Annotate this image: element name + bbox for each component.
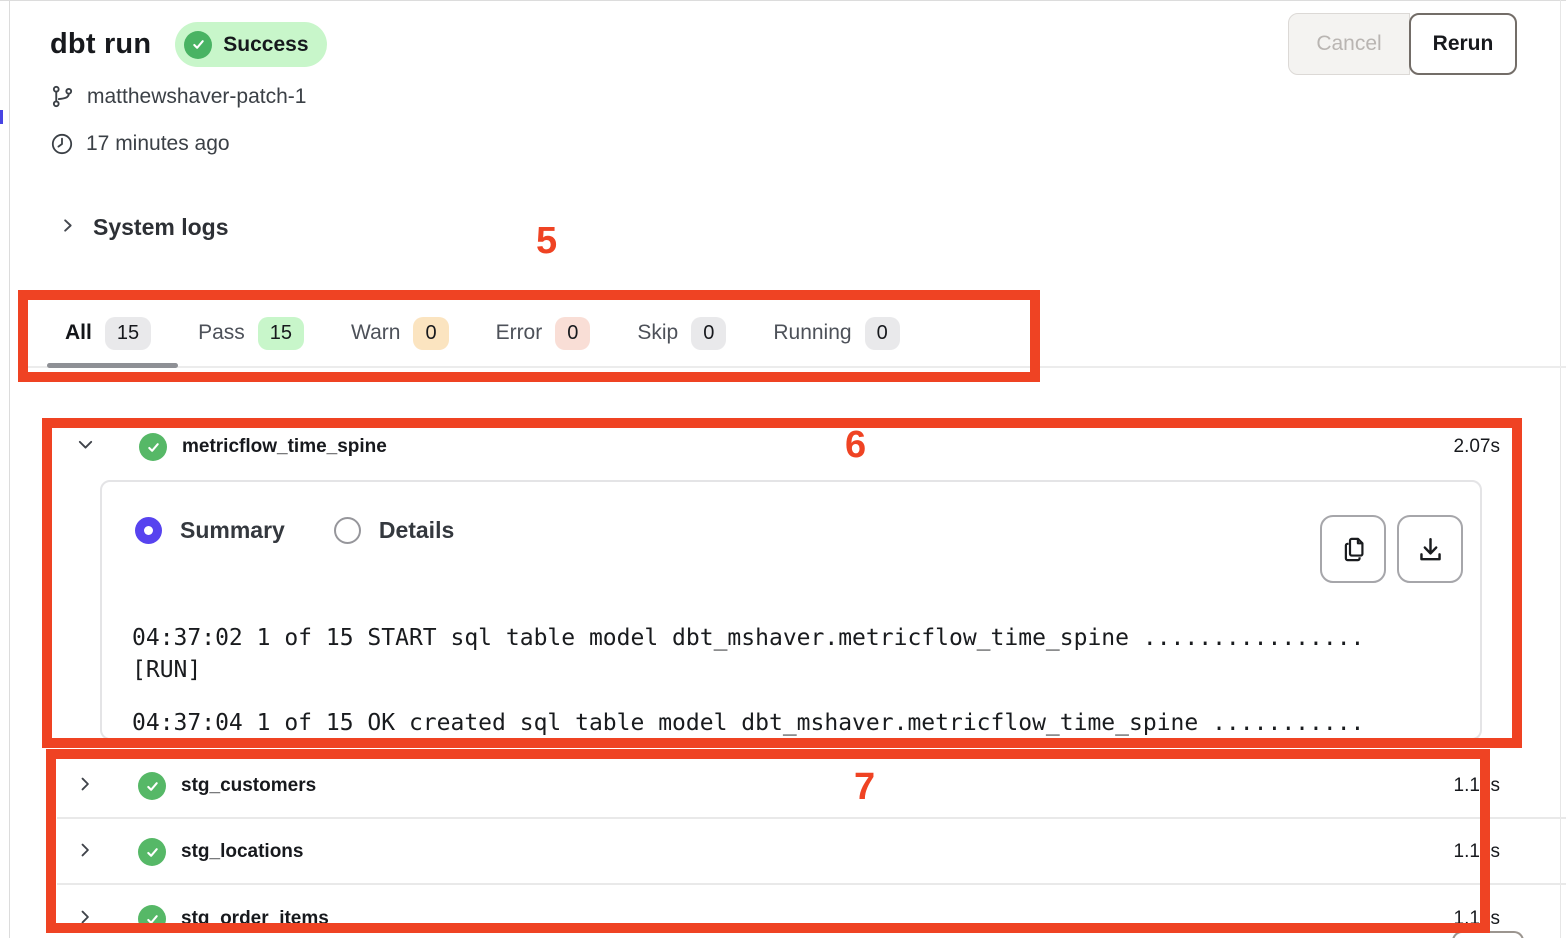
model-row-stg-customers[interactable]: stg_customers 1.10s [75, 763, 1500, 809]
clock-icon [50, 132, 74, 156]
dbt-run-page: dbt run Success matthewshaver-patch-1 17… [0, 0, 1566, 938]
model-duration: 1.15s [1454, 841, 1500, 863]
run-status-tabs: All 15 Pass 15 Warn 0 Error 0 Skip 0 Run… [65, 306, 900, 360]
model-row-stg-order-items[interactable]: stg_order_items 1.15s [75, 896, 1500, 938]
chevron-down-icon[interactable] [75, 434, 96, 460]
model-name: stg_order_items [181, 908, 329, 930]
tab-label: Running [773, 321, 851, 345]
model-row-expanded[interactable]: metricflow_time_spine 2.07s [75, 424, 1500, 470]
page-title: dbt run [50, 28, 151, 61]
cancel-button[interactable]: Cancel [1288, 13, 1410, 75]
status-badge-label: Success [223, 33, 308, 57]
tab-all[interactable]: All 15 [65, 317, 151, 350]
model-name: stg_customers [181, 775, 316, 797]
model-log-card: Summary Details 04:37:02 1 [100, 480, 1482, 740]
tab-count-badge: 0 [413, 317, 448, 350]
page-right-border [1560, 0, 1561, 938]
model-duration: 1.10s [1454, 775, 1500, 797]
tab-pass[interactable]: Pass 15 [198, 317, 304, 350]
check-circle-icon [138, 838, 166, 866]
tab-warn[interactable]: Warn 0 [351, 317, 449, 350]
branch-name: matthewshaver-patch-1 [87, 85, 306, 109]
partial-bottom-button[interactable] [1452, 931, 1524, 938]
tab-count-badge: 0 [691, 317, 726, 350]
status-badge: Success [175, 22, 326, 67]
tab-count-badge: 15 [105, 317, 151, 350]
radio-selected-icon [135, 517, 162, 544]
tab-label: Warn [351, 321, 400, 345]
row-separator [57, 883, 1566, 885]
system-logs-toggle[interactable]: System logs [58, 214, 229, 241]
page-left-border [9, 0, 10, 938]
copy-logs-button[interactable] [1320, 515, 1386, 583]
branch-row: matthewshaver-patch-1 [50, 84, 306, 109]
run-time-ago: 17 minutes ago [86, 132, 230, 156]
system-logs-label: System logs [93, 214, 229, 241]
active-tab-underline [47, 363, 178, 368]
time-row: 17 minutes ago [50, 132, 230, 156]
model-row-stg-locations[interactable]: stg_locations 1.15s [75, 829, 1500, 875]
check-circle-icon [139, 433, 167, 461]
tab-count-badge: 15 [258, 317, 304, 350]
radio-unselected-icon [334, 517, 361, 544]
tab-label: All [65, 321, 92, 345]
summary-radio[interactable]: Summary [135, 517, 285, 544]
log-line: 04:37:02 1 of 15 START sql table model d… [132, 622, 1454, 654]
chevron-right-icon[interactable] [75, 907, 95, 932]
check-circle-icon [184, 31, 212, 59]
download-icon [1415, 534, 1446, 565]
model-name: metricflow_time_spine [182, 436, 387, 458]
tab-label: Skip [637, 321, 678, 345]
model-duration: 1.15s [1454, 908, 1500, 930]
tabs-bottom-border [28, 366, 1566, 368]
chevron-right-icon[interactable] [75, 774, 95, 799]
annotation-number-5: 5 [536, 220, 557, 263]
chevron-right-icon[interactable] [75, 840, 95, 865]
log-card-actions [1320, 515, 1463, 583]
details-radio-label: Details [379, 517, 454, 544]
tab-error[interactable]: Error 0 [496, 317, 591, 350]
log-line: 04:37:04 1 of 15 OK created sql table mo… [132, 707, 1454, 739]
log-line: [RUN] [132, 654, 1454, 686]
check-circle-icon [138, 905, 166, 933]
copy-icon [1338, 534, 1369, 565]
page-top-border [0, 0, 1566, 1]
tab-skip[interactable]: Skip 0 [637, 317, 726, 350]
download-logs-button[interactable] [1397, 515, 1463, 583]
run-actions: Cancel Rerun [1288, 13, 1517, 75]
tab-label: Pass [198, 321, 245, 345]
left-edge-marker [0, 110, 3, 124]
tab-count-badge: 0 [865, 317, 900, 350]
row-separator [57, 817, 1566, 819]
tab-count-badge: 0 [555, 317, 590, 350]
tab-label: Error [496, 321, 543, 345]
tab-running[interactable]: Running 0 [773, 317, 899, 350]
rerun-button[interactable]: Rerun [1409, 13, 1517, 75]
git-branch-icon [50, 84, 75, 109]
chevron-right-icon [58, 216, 77, 240]
log-view-options: Summary Details [135, 517, 454, 544]
check-circle-icon [138, 772, 166, 800]
model-name: stg_locations [181, 841, 303, 863]
log-output: 04:37:02 1 of 15 START sql table model d… [132, 622, 1454, 739]
summary-radio-label: Summary [180, 517, 285, 544]
run-header: dbt run Success [50, 22, 327, 67]
model-duration: 2.07s [1454, 436, 1500, 458]
details-radio[interactable]: Details [334, 517, 454, 544]
